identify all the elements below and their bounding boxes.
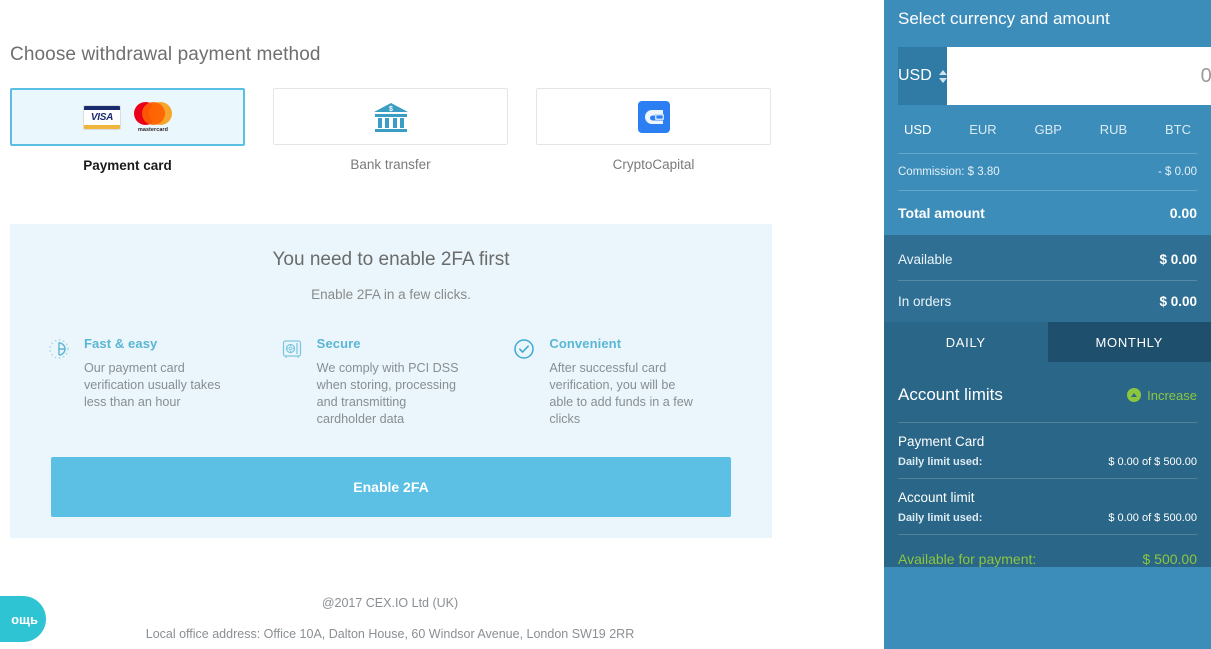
feature-secure-body: Secure We comply with PCI DSS when stori… [317, 336, 502, 428]
increase-limits-link[interactable]: Increase [1127, 388, 1197, 403]
payment-method-bank[interactable]: $ Bank transfer [273, 88, 508, 186]
feature-convenient-title: Convenient [549, 336, 622, 351]
currency-select-button[interactable]: USD [898, 47, 947, 105]
limit-block-account: Account limit Daily limit used: $ 0.00 o… [898, 479, 1197, 534]
limit-tab-list: DAILY MONTHLY [884, 322, 1211, 362]
limit-block-account-key: Daily limit used: [898, 512, 983, 524]
tab-daily[interactable]: DAILY [884, 322, 1048, 362]
mastercard-label: mastercard [137, 126, 169, 133]
balances-section: Available $ 0.00 In orders $ 0.00 [884, 235, 1211, 322]
cryptocapital-icon [637, 100, 670, 133]
limit-block-payment-card-key: Daily limit used: [898, 456, 983, 468]
limit-block-payment-card-value: $ 0.00 of $ 500.00 [1108, 456, 1197, 468]
limit-block-account-name: Account limit [898, 490, 975, 505]
feature-secure-title: Secure [316, 336, 361, 351]
sidebar-header: Select currency and amount [898, 9, 1110, 28]
feature-convenient-body: Convenient After successful card verific… [549, 336, 734, 428]
payment-method-bank-label: Bank transfer [350, 157, 431, 172]
increase-label: Increase [1147, 387, 1197, 403]
feature-fast-easy-body: Fast & easy Our payment card verificatio… [84, 336, 269, 428]
payment-method-card[interactable]: VISA mastercard Payment card [10, 88, 245, 186]
currency-tab-usd[interactable]: USD [902, 118, 933, 141]
visa-label: VISA [90, 111, 114, 123]
check-circle-icon [514, 339, 535, 359]
limit-block-account-row: Daily limit used: $ 0.00 of $ 500.00 [898, 512, 1197, 524]
currency-tab-btc[interactable]: BTC [1163, 118, 1193, 141]
total-amount-label: Total amount [898, 205, 985, 221]
mastercard-icon: mastercard [134, 101, 172, 133]
payment-method-bank-box[interactable]: $ [273, 88, 508, 145]
commission-value: - $ 0.00 [1158, 166, 1197, 178]
clock-icon [49, 339, 69, 359]
amount-input[interactable] [946, 47, 1211, 105]
clock-icon-wrap [48, 336, 72, 428]
footer-address: Local office address: Office 10A, Dalton… [145, 627, 635, 641]
feature-secure: Secure We comply with PCI DSS when stori… [281, 336, 502, 428]
chevron-down-icon [938, 77, 947, 83]
safe-icon-wrap [281, 336, 305, 428]
tab-monthly[interactable]: MONTHLY [1047, 322, 1211, 362]
limit-block-account-value: $ 0.00 of $ 500.00 [1108, 512, 1197, 524]
feature-convenient: Convenient After successful card verific… [513, 336, 734, 428]
footer-copyright: @2017 CEX.IO Ltd (UK) [321, 596, 459, 610]
currency-tab-rub[interactable]: RUB [1098, 118, 1129, 141]
payment-method-cryptocapital-label: CryptoCapital [612, 157, 695, 172]
payment-method-card-label: Payment card [83, 158, 172, 173]
main-content: Choose withdrawal payment method VISA ma… [0, 0, 884, 649]
page-title: Choose withdrawal payment method [10, 44, 321, 65]
twofa-panel: You need to enable 2FA first Enable 2FA … [10, 224, 772, 538]
account-limits-section: Account limits Increase Payment Card Dai… [884, 362, 1211, 567]
commission-row: Commission: $ 3.80 - $ 0.00 [884, 154, 1211, 190]
currency-tab-list: USD EUR GBP RUB BTC [894, 118, 1201, 141]
twofa-subtitle: Enable 2FA in a few clicks. [311, 287, 471, 302]
visa-icon: VISA [83, 104, 121, 130]
feature-fast-easy-text: Our payment card verification usually ta… [84, 361, 221, 409]
bank-icon: $ [373, 102, 408, 132]
chevron-up-icon [938, 69, 947, 75]
safe-icon [282, 340, 301, 358]
account-limits-header: Account limits Increase [898, 362, 1197, 422]
total-amount-value: 0.00 [1169, 205, 1197, 221]
limit-block-payment-card: Payment Card Daily limit used: $ 0.00 of… [898, 423, 1197, 478]
twofa-feature-list: Fast & easy Our payment card verificatio… [10, 336, 772, 428]
in-orders-label: In orders [898, 294, 952, 309]
withdrawal-page: Choose withdrawal payment method VISA ma… [0, 0, 1211, 649]
footer: @2017 CEX.IO Ltd (UK) Local office addre… [0, 596, 780, 641]
total-amount-row: Total amount 0.00 [884, 191, 1211, 235]
balance-row-in-orders: In orders $ 0.00 [884, 281, 1211, 322]
payment-method-list: VISA mastercard Payment card $ Bank tran… [10, 88, 772, 186]
feature-convenient-text: After successful card verification, you … [549, 361, 693, 426]
help-widget-button[interactable]: ощь [0, 596, 46, 642]
feature-secure-text: We comply with PCI DSS when storing, pro… [316, 361, 459, 426]
available-label: Available [898, 252, 953, 267]
available-for-payment-row: Available for payment: $ 500.00 [898, 535, 1197, 567]
commission-label: Commission: $ 3.80 [898, 166, 1000, 178]
svg-text:$: $ [389, 106, 393, 113]
in-orders-value: $ 0.00 [1159, 294, 1197, 309]
payment-method-card-box[interactable]: VISA mastercard [10, 88, 245, 146]
payment-method-cryptocapital-box[interactable] [536, 88, 771, 145]
chevron-up-circle-icon [1127, 388, 1142, 402]
balance-row-available: Available $ 0.00 [884, 239, 1211, 280]
available-for-payment-label: Available for payment: [898, 551, 1037, 567]
payment-method-cryptocapital[interactable]: CryptoCapital [536, 88, 771, 186]
currency-tab-gbp[interactable]: GBP [1032, 118, 1063, 141]
currency-tab-eur[interactable]: EUR [967, 118, 998, 141]
available-value: $ 0.00 [1159, 252, 1197, 267]
enable-2fa-button[interactable]: Enable 2FA [51, 457, 731, 517]
limit-block-payment-card-row: Daily limit used: $ 0.00 of $ 500.00 [898, 456, 1197, 468]
mastercard-circles [134, 101, 172, 125]
mastercard-overlap [141, 101, 165, 125]
currency-select-label: USD [898, 67, 932, 84]
spinner-icon [938, 69, 947, 83]
amount-row: USD [898, 47, 1211, 105]
check-circle-icon-wrap [513, 336, 537, 428]
limit-block-payment-card-name: Payment Card [898, 434, 985, 449]
twofa-title: You need to enable 2FA first [272, 249, 510, 270]
account-limits-title: Account limits [898, 385, 1003, 404]
feature-fast-easy-title: Fast & easy [84, 336, 158, 351]
currency-sidebar: Select currency and amount USD USD EUR G… [884, 0, 1211, 649]
available-for-payment-value: $ 500.00 [1142, 551, 1198, 567]
feature-fast-easy: Fast & easy Our payment card verificatio… [48, 336, 269, 428]
